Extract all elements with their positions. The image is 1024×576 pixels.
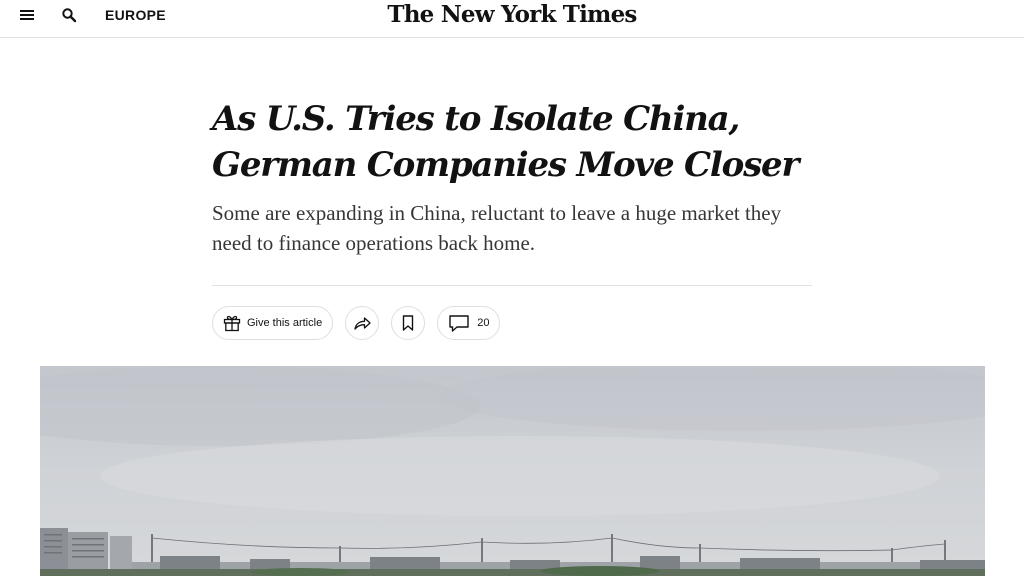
industrial-skyline-photo [40, 366, 985, 576]
header-divider [212, 285, 812, 286]
hamburger-menu-icon[interactable] [14, 2, 40, 28]
search-icon[interactable] [56, 2, 82, 28]
comment-count: 20 [477, 317, 490, 329]
give-article-label: Give this article [247, 317, 323, 329]
give-article-button[interactable]: Give this article [212, 306, 334, 340]
comments-button[interactable]: 20 [437, 306, 501, 340]
share-icon [352, 313, 372, 333]
headline: As U.S. Tries to Isolate China, German C… [212, 99, 799, 185]
masthead-text[interactable]: The New York Times [387, 1, 637, 28]
lead-image [40, 366, 985, 576]
comment-icon [448, 313, 470, 333]
article-summary: Some are expanding in China, reluctant t… [212, 201, 782, 255]
share-tools: Give this article 20 [212, 306, 501, 340]
edition-link[interactable]: EUROPE [105, 7, 166, 23]
share-button[interactable] [345, 306, 380, 340]
bookmark-icon [400, 314, 416, 332]
article-header: As U.S. Tries to Isolate China, German C… [212, 96, 812, 258]
gift-icon [222, 313, 242, 333]
top-bar: EUROPE The New York Times [0, 0, 1024, 38]
save-button[interactable] [391, 306, 426, 340]
